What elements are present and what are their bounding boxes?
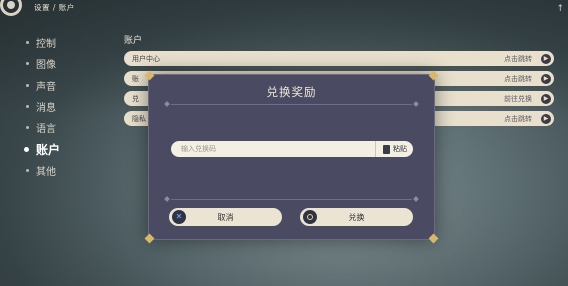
sidebar-item-controls[interactable]: 控制 [24, 32, 104, 53]
sidebar-item-other[interactable]: 其他 [24, 160, 104, 181]
cancel-x-icon: ✕ [172, 210, 186, 224]
chevron-right-icon: ▶ [541, 53, 551, 64]
sidebar-item-audio[interactable]: 声音 [24, 75, 104, 96]
paste-label: 粘贴 [393, 145, 407, 153]
paste-button[interactable]: 粘贴 [375, 141, 414, 157]
sidebar-item-label: 控制 [36, 39, 56, 51]
sidebar-item-label: 其他 [36, 166, 56, 178]
account-row-user-center[interactable]: 用户中心 点击跳转 ▶ [124, 51, 554, 66]
clipboard-icon [383, 144, 390, 154]
sidebar-item-graphics[interactable]: 图像 [24, 53, 104, 74]
sidebar-item-language[interactable]: 语言 [24, 117, 104, 138]
sidebar-item-messages[interactable]: 消息 [24, 96, 104, 117]
chevron-right-icon: ▶ [541, 93, 551, 104]
sidebar-item-account[interactable]: 账户 [24, 138, 104, 159]
sidebar-item-label: 账户 [36, 142, 61, 157]
divider [171, 104, 412, 105]
cancel-label: 取消 [217, 212, 234, 222]
cancel-button[interactable]: ✕ 取消 [169, 208, 282, 226]
sidebar-item-label: 声音 [36, 81, 56, 93]
row-action: 点击跳转 [504, 54, 532, 63]
sidebar-item-label: 消息 [36, 103, 56, 115]
top-bar: 设置 / 账户 ↑ [0, 0, 568, 16]
row-label: 用户中心 [132, 54, 160, 63]
bullet-icon [26, 105, 29, 109]
bullet-icon [26, 83, 29, 87]
chevron-right-icon: ▶ [541, 113, 551, 124]
sidebar-item-label: 语言 [36, 124, 56, 136]
section-title: 账户 [124, 36, 143, 46]
settings-sidebar: 控制 图像 声音 消息 语言 账户 其他 [24, 32, 104, 181]
redeem-label: 兑换 [348, 212, 365, 222]
bullet-icon [26, 168, 29, 172]
row-action: 点击跳转 [504, 74, 532, 83]
bullet-icon [26, 62, 29, 66]
redeem-dialog: 兑换奖励 粘贴 ✕ 取消 兑换 [144, 70, 439, 244]
row-action: 前往兑换 [504, 94, 532, 103]
divider [171, 199, 412, 200]
sidebar-item-label: 图像 [36, 60, 56, 72]
bullet-icon [26, 41, 29, 45]
breadcrumb: 设置 / 账户 [34, 3, 75, 12]
dialog-title: 兑换奖励 [266, 85, 317, 99]
bullet-icon [24, 146, 29, 152]
redeem-button[interactable]: 兑换 [300, 208, 413, 226]
corner-arrow-icon[interactable]: ↑ [556, 4, 564, 14]
row-action: 点击跳转 [504, 114, 532, 123]
confirm-circle-icon [303, 210, 317, 224]
settings-gear-icon [0, 0, 22, 16]
chevron-right-icon: ▶ [541, 73, 551, 84]
bullet-icon [26, 126, 29, 130]
